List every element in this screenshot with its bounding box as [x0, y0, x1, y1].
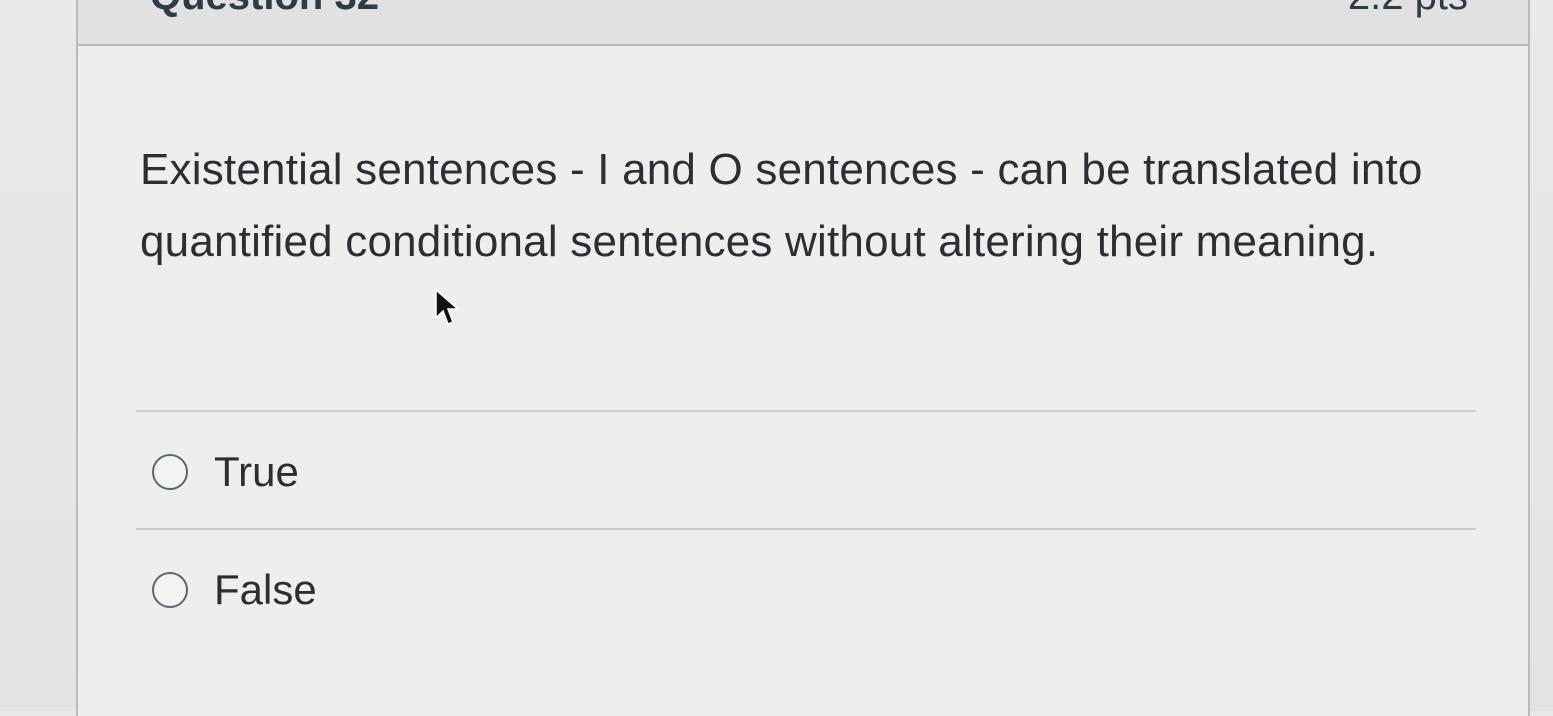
- question-points: 2.2 pts: [1348, 0, 1468, 19]
- answer-divider: [136, 410, 1476, 412]
- answer-option-true[interactable]: True: [152, 448, 299, 496]
- radio-button-icon[interactable]: [152, 454, 188, 490]
- question-title: Question 32: [150, 0, 379, 19]
- mouse-pointer-icon: [435, 288, 460, 325]
- answer-label[interactable]: False: [214, 566, 317, 614]
- answer-label[interactable]: True: [214, 448, 299, 496]
- answer-divider: [136, 528, 1476, 530]
- answer-option-false[interactable]: False: [152, 566, 317, 614]
- question-card: Question 32 2.2 pts Existential sentence…: [76, 0, 1530, 716]
- question-text: Existential sentences - I and O sentence…: [140, 145, 1423, 266]
- question-header: Question 32 2.2 pts: [78, 0, 1528, 46]
- radio-button-icon[interactable]: [152, 572, 188, 608]
